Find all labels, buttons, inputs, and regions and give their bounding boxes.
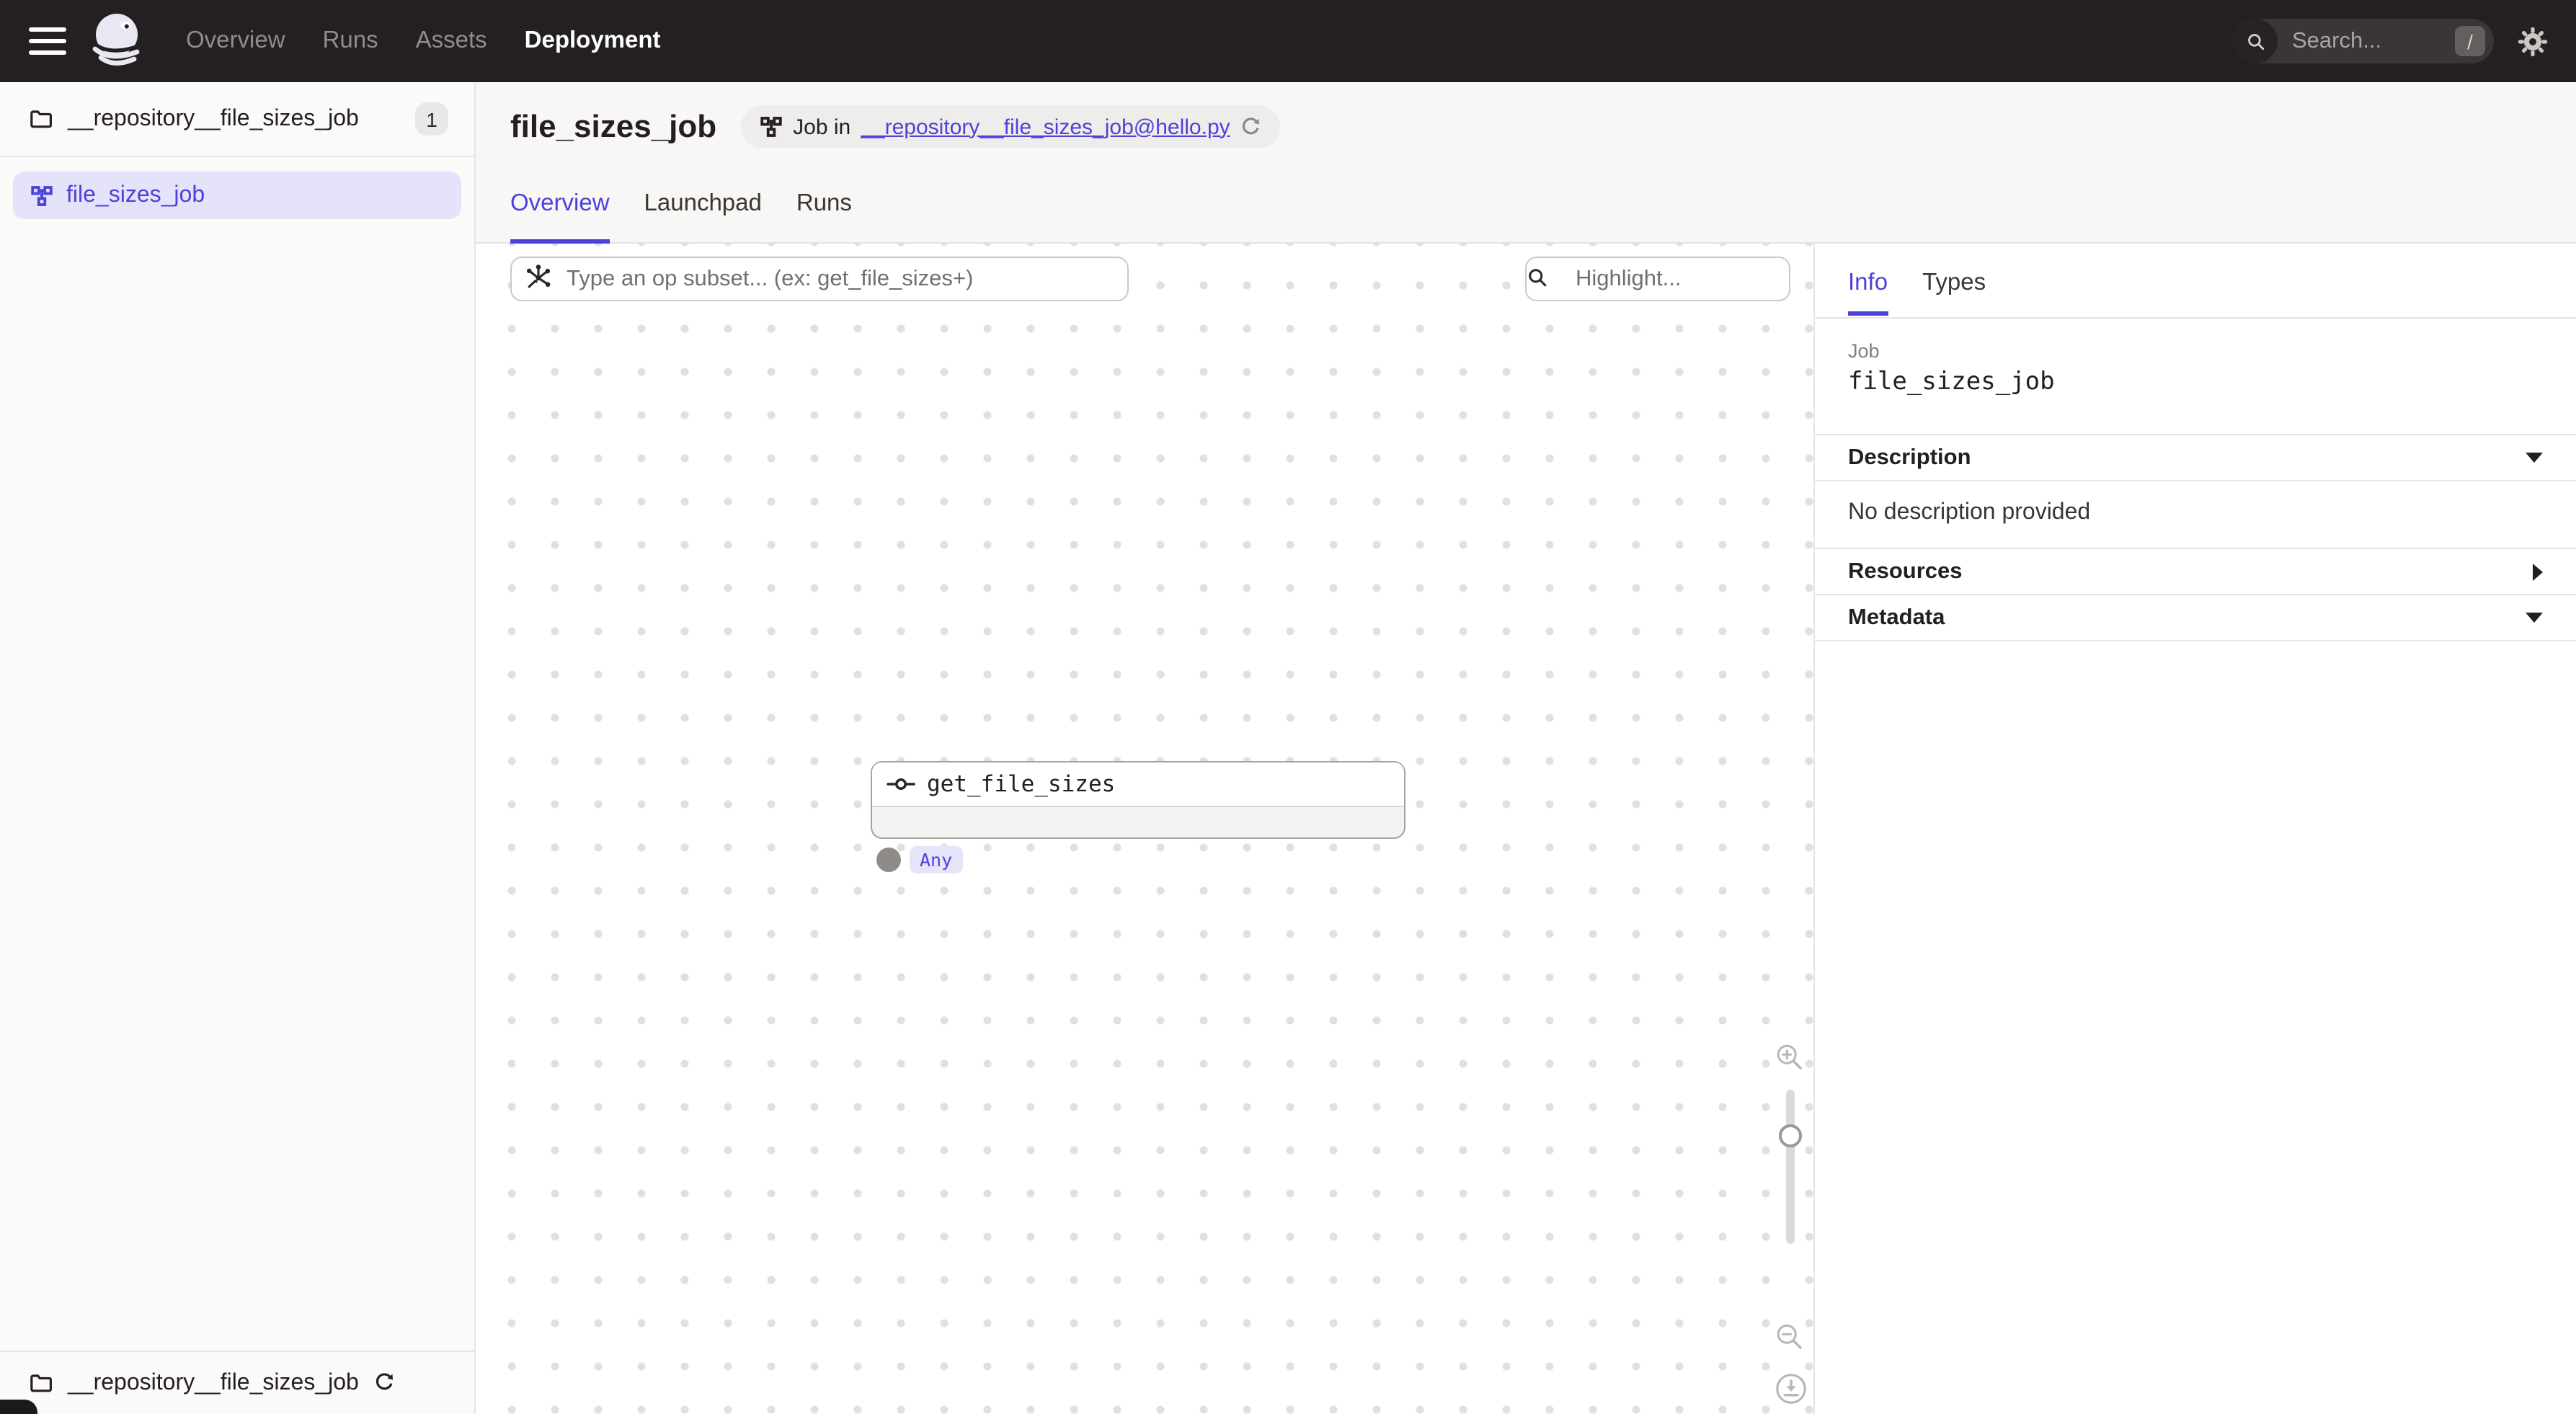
zoom-in-icon[interactable]	[1775, 1042, 1806, 1074]
job-tabs: Overview Launchpad Runs	[510, 190, 852, 244]
nav-runs[interactable]: Runs	[323, 27, 378, 55]
job-context-prefix: Job in	[793, 115, 850, 139]
sidebar-item-file-sizes-job[interactable]: file_sizes_job	[13, 172, 461, 219]
section-divider	[1815, 640, 2576, 641]
zoom-out-icon[interactable]	[1775, 1322, 1806, 1353]
section-title: Metadata	[1848, 605, 1945, 631]
job-meta: Job file_sizes_job	[1815, 319, 2576, 434]
output-type-badge[interactable]: Any	[910, 846, 962, 873]
op-node-get-file-sizes[interactable]: get_file_sizes	[871, 761, 1405, 839]
job-item-label: file_sizes_job	[66, 182, 205, 208]
op-node-icon	[887, 775, 915, 793]
repository-link[interactable]: __repository__file_sizes_job@hello.py	[861, 115, 1230, 139]
dagster-logo-icon[interactable]	[85, 9, 148, 73]
refresh-icon[interactable]	[1240, 116, 1262, 138]
tab-types[interactable]: Types	[1922, 244, 1986, 316]
search-icon	[2233, 19, 2278, 63]
tab-overview[interactable]: Overview	[510, 190, 610, 244]
app-root: Overview Runs Assets Deployment Search..…	[0, 0, 2576, 1414]
repository-label: __repository__file_sizes_job	[68, 106, 359, 132]
zoom-slider-thumb[interactable]	[1779, 1124, 1802, 1147]
job-meta-label: Job	[1848, 340, 2543, 362]
tab-launchpad[interactable]: Launchpad	[644, 190, 762, 244]
output-port[interactable]	[876, 848, 901, 872]
op-node-name: get_file_sizes	[927, 771, 1115, 797]
right-info-panel: Info Types Job file_sizes_job Descriptio…	[1813, 244, 2576, 1414]
op-graph-canvas[interactable]: get_file_sizes Any	[476, 244, 1813, 1414]
section-title: Resources	[1848, 559, 1963, 584]
job-graph-icon	[30, 184, 53, 207]
tab-info[interactable]: Info	[1848, 244, 1888, 316]
nav-deployment[interactable]: Deployment	[525, 27, 661, 55]
footer-repository-label: __repository__file_sizes_job	[68, 1370, 359, 1396]
section-title: Description	[1848, 445, 1971, 471]
page-title: file_sizes_job	[510, 108, 716, 146]
sidebar-item-repository[interactable]: __repository__file_sizes_job 1	[0, 82, 474, 157]
op-node-title: get_file_sizes	[872, 762, 1404, 807]
highlight-input[interactable]	[1525, 257, 1790, 301]
job-meta-value: file_sizes_job	[1848, 368, 2543, 396]
sidebar-footer: __repository__file_sizes_job	[0, 1351, 474, 1414]
top-nav-bar: Overview Runs Assets Deployment Search..…	[0, 0, 2576, 82]
job-graph-icon	[760, 115, 783, 138]
section-resources[interactable]: Resources	[1815, 548, 2576, 594]
chevron-down-icon	[2526, 453, 2543, 463]
page-header: file_sizes_job Job in __repository__file…	[476, 82, 2576, 244]
gear-icon[interactable]	[2517, 25, 2549, 57]
job-context-tag: Job in __repository__file_sizes_job@hell…	[741, 105, 1281, 148]
repository-count-badge: 1	[415, 102, 448, 135]
global-search[interactable]: Search... /	[2233, 19, 2494, 63]
bottom-left-overlay	[0, 1400, 37, 1414]
section-metadata[interactable]: Metadata	[1815, 594, 2576, 640]
tab-runs[interactable]: Runs	[796, 190, 852, 244]
primary-nav: Overview Runs Assets Deployment	[186, 27, 661, 55]
panel-tabs: Info Types	[1815, 244, 2576, 319]
section-description[interactable]: Description	[1815, 434, 2576, 480]
title-row: file_sizes_job Job in __repository__file…	[510, 105, 1281, 148]
nav-overview[interactable]: Overview	[186, 27, 285, 55]
folder-icon	[29, 107, 53, 131]
op-subset-input[interactable]	[510, 257, 1129, 301]
nav-assets[interactable]: Assets	[416, 27, 487, 55]
chevron-right-icon	[2533, 563, 2543, 580]
folder-icon	[29, 1371, 53, 1395]
search-shortcut-key: /	[2455, 26, 2485, 56]
refresh-icon[interactable]	[373, 1372, 395, 1394]
left-sidebar: __repository__file_sizes_job 1 file_size…	[0, 82, 476, 1414]
menu-icon[interactable]	[29, 27, 66, 55]
chevron-down-icon	[2526, 613, 2543, 623]
description-body: No description provided	[1815, 480, 2576, 548]
download-view-icon[interactable]	[1775, 1372, 1808, 1405]
zoom-slider-track[interactable]	[1786, 1090, 1795, 1244]
search-placeholder: Search...	[2292, 28, 2381, 54]
